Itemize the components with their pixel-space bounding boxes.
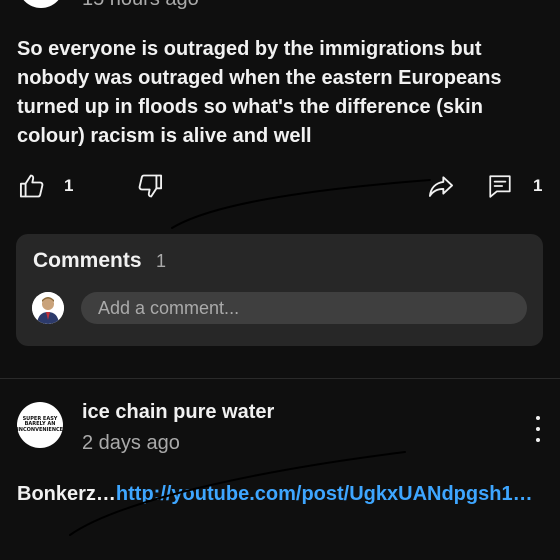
comments-button[interactable]: 1: [487, 168, 542, 204]
post-link[interactable]: http://youtube.com/post/UgkxUANdpgsh1…: [116, 483, 533, 505]
post-timestamp: 15 hours ago: [82, 0, 199, 11]
post-body-text: So everyone is outraged by the immigrati…: [17, 38, 502, 147]
add-comment-input[interactable]: Add a comment...: [81, 292, 527, 324]
user-avatar: [32, 292, 64, 324]
post-body-plain: Bonkerz…: [17, 483, 116, 505]
more-options-icon-dot: [536, 416, 540, 420]
post-timestamp: 2 days ago: [82, 432, 180, 454]
like-count: 1: [64, 176, 74, 195]
more-options-icon-dot: [536, 438, 540, 442]
share-icon: [428, 176, 454, 197]
comments-heading: Comments: [33, 249, 142, 272]
more-options-icon-dot: [536, 427, 540, 431]
post-body-text: Bonkerz…http://youtube.com/post/UgkxUANd…: [17, 480, 537, 509]
thumb-up-icon: [19, 174, 44, 198]
share-button[interactable]: [426, 168, 456, 204]
user-avatar-image: [32, 292, 64, 324]
post-divider: [0, 378, 560, 379]
comment-count: 1: [533, 176, 543, 195]
post-author-avatar[interactable]: [18, 0, 64, 8]
comments-count: 1: [156, 251, 167, 271]
post-action-bar: 1 1: [0, 168, 560, 204]
more-options-button[interactable]: [528, 416, 548, 442]
channel-avatar[interactable]: SUPER EASY BARELY AN INCONVENIENCE: [17, 402, 63, 448]
thumb-down-icon: [138, 174, 163, 198]
like-button[interactable]: 1: [18, 168, 73, 204]
dislike-button[interactable]: [136, 168, 164, 204]
comments-panel[interactable]: Comments 1 Add a comment...: [16, 234, 543, 346]
channel-name[interactable]: ice chain pure water: [82, 401, 274, 424]
comment-icon: [489, 175, 511, 198]
